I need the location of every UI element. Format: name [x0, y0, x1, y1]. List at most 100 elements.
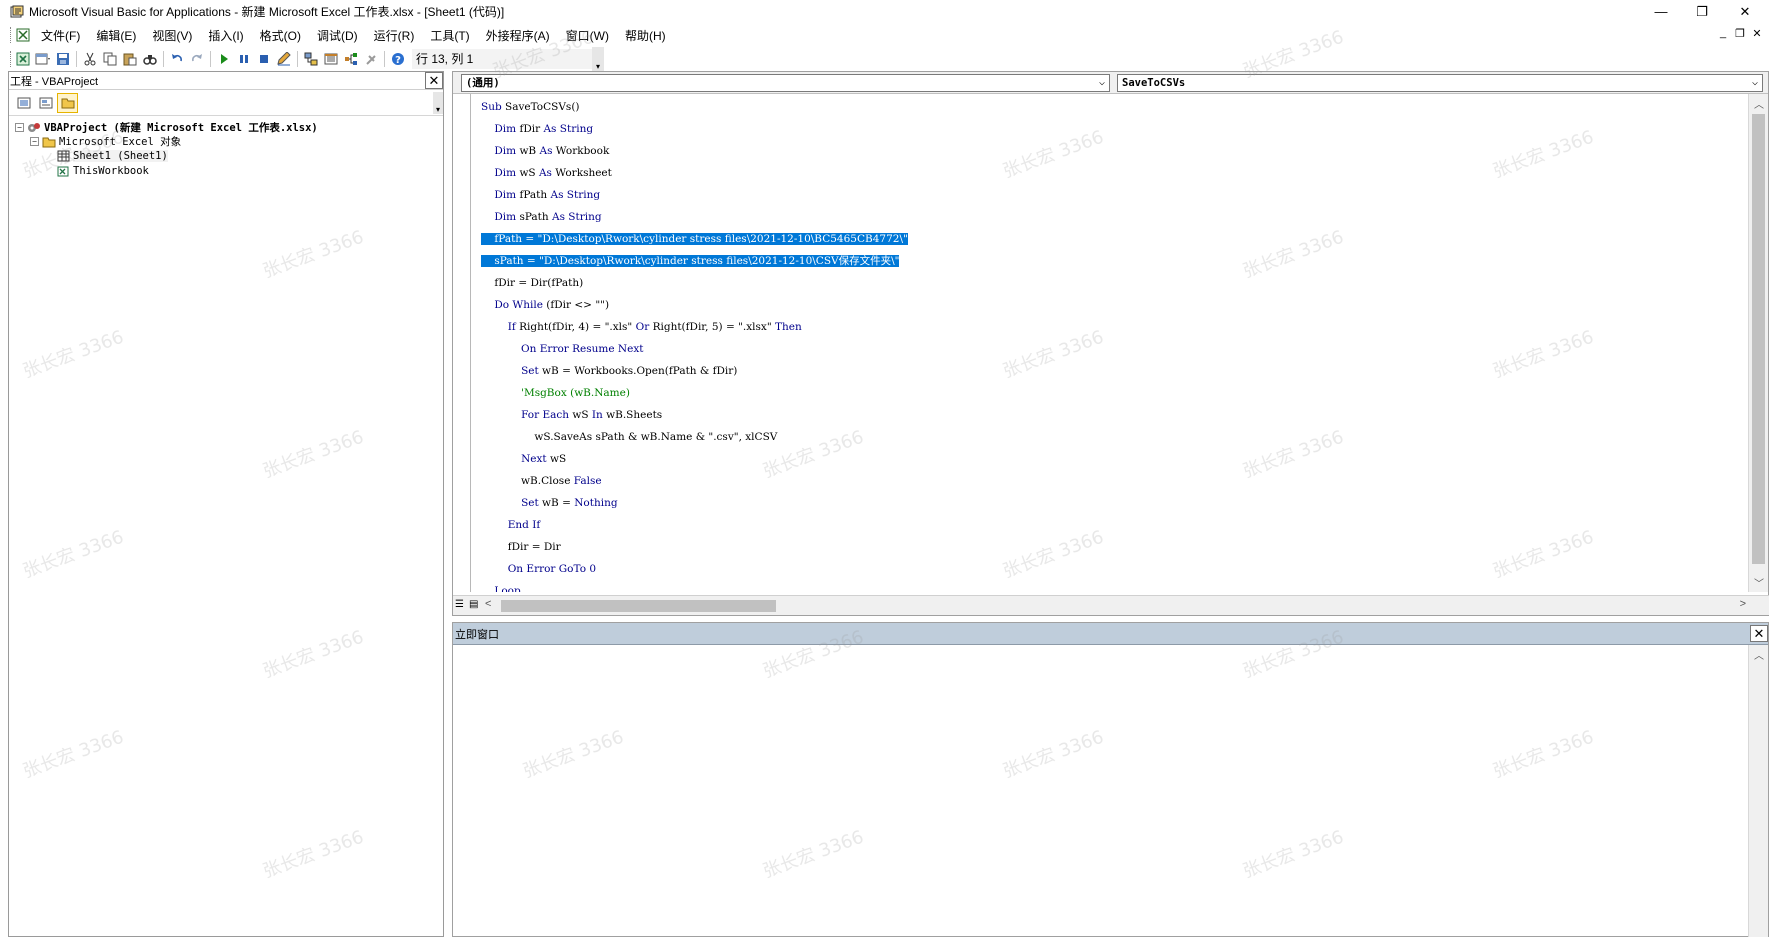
chevron-down-icon[interactable]: ⌵	[1095, 77, 1109, 88]
toolbar-options-icon[interactable]: ▾	[592, 47, 604, 71]
code-editor[interactable]: Sub SaveToCSVs() Dim fDir As String Dim …	[453, 94, 1749, 592]
run-icon[interactable]	[214, 49, 234, 69]
vertical-scroll-thumb[interactable]	[1752, 114, 1765, 564]
immediate-window-header: 立即窗口 ✕	[453, 623, 1768, 645]
menu-tools[interactable]: 工具(T)	[422, 27, 477, 44]
view-object-icon[interactable]	[35, 93, 56, 113]
toolbar-separator	[384, 51, 385, 67]
tree-item-excel-objects[interactable]: − Microsoft Excel 对象	[9, 135, 443, 150]
project-explorer-title: 工程 - VBAProject	[10, 75, 99, 88]
folder-icon	[42, 135, 56, 148]
project-toolbar-options-icon[interactable]: ▾	[433, 92, 443, 114]
cut-icon[interactable]	[80, 49, 100, 69]
code-line-selected: sPath = "D:\Desktop\Rwork\cylinder stres…	[481, 255, 900, 267]
undo-icon[interactable]	[167, 49, 187, 69]
view-excel-icon[interactable]	[13, 49, 33, 69]
code-line: End If	[481, 519, 541, 531]
code-combos: (通用) ⌵ SaveToCSVs ⌵	[453, 72, 1768, 94]
menu-insert[interactable]: 插入(I)	[200, 27, 251, 44]
project-explorer-toolbar: ▾	[9, 90, 443, 116]
mdi-close-button[interactable]: ✕	[1748, 27, 1766, 40]
horizontal-scroll-thumb[interactable]	[501, 600, 776, 612]
chevron-down-icon[interactable]: ⌵	[1748, 77, 1762, 88]
menu-addins[interactable]: 外接程序(A)	[478, 27, 558, 44]
menu-help[interactable]: 帮助(H)	[617, 27, 674, 44]
code-line: Do While (fDir <> "")	[494, 299, 610, 311]
project-explorer-panel: 工程 - VBAProject ✕ ▾ − VBAProject (新建 Mic…	[8, 71, 444, 937]
copy-icon[interactable]	[100, 49, 120, 69]
design-mode-icon[interactable]	[274, 49, 294, 69]
menu-run[interactable]: 运行(R)	[366, 27, 423, 44]
code-line: Sub SaveToCSVs()	[481, 101, 580, 113]
code-line: If Right(fDir, 4) = ".xls" Or Right(fDir…	[507, 321, 802, 333]
code-vertical-scrollbar[interactable]: ︿ ﹀	[1748, 94, 1768, 592]
project-explorer-close-button[interactable]: ✕	[425, 72, 443, 89]
toolbox-icon[interactable]	[361, 49, 381, 69]
immediate-window-title: 立即窗口	[455, 628, 499, 641]
mdi-restore-button[interactable]: ❐	[1731, 27, 1749, 40]
code-line: Set wB = Nothing	[521, 497, 618, 509]
restore-button[interactable]: ❐	[1682, 0, 1722, 23]
vbaproject-icon	[27, 121, 41, 134]
tree-item-sheet1[interactable]: Sheet1 (Sheet1)	[9, 149, 443, 164]
view-code-icon[interactable]	[13, 93, 34, 113]
tree-item-vbaproject[interactable]: − VBAProject (新建 Microsoft Excel 工作表.xls…	[9, 120, 443, 135]
object-combo[interactable]: (通用) ⌵	[461, 73, 1110, 92]
code-line: On Error GoTo 0	[481, 563, 597, 575]
toggle-folders-icon[interactable]	[57, 92, 78, 113]
scroll-left-icon[interactable]: <	[485, 598, 491, 610]
immediate-window-close-button[interactable]: ✕	[1750, 625, 1768, 642]
collapse-toggle-icon[interactable]: −	[15, 122, 24, 132]
project-explorer-icon[interactable]	[301, 49, 321, 69]
tree-label: ThisWorkbook	[73, 164, 149, 177]
code-line: Dim sPath As String	[494, 211, 602, 223]
procedure-view-icon[interactable]: ☰	[455, 599, 464, 610]
collapse-toggle-icon[interactable]: −	[30, 137, 39, 147]
full-module-view-icon[interactable]: ▤	[469, 599, 478, 610]
minimize-button[interactable]: —	[1641, 0, 1681, 23]
project-explorer-header: 工程 - VBAProject ✕	[9, 72, 443, 90]
redo-icon[interactable]	[187, 49, 207, 69]
procedure-combo-value: SaveToCSVs	[1122, 76, 1186, 89]
immediate-input-area[interactable]	[453, 645, 1748, 936]
break-icon[interactable]	[234, 49, 254, 69]
properties-icon[interactable]	[321, 49, 341, 69]
code-lines[interactable]: Sub SaveToCSVs() Dim fDir As String Dim …	[481, 96, 908, 592]
reset-icon[interactable]	[254, 49, 274, 69]
code-line: wB.Close False	[481, 475, 602, 487]
menu-window[interactable]: 窗口(W)	[558, 27, 617, 44]
help-icon[interactable]: ?	[388, 49, 408, 69]
code-line: On Error Resume Next	[481, 343, 644, 355]
breakpoint-margin[interactable]	[453, 94, 471, 592]
object-browser-icon[interactable]	[341, 49, 361, 69]
code-line-comment: 'MsgBox (wB.Name)	[481, 387, 630, 399]
code-horizontal-scrollbar[interactable]: ☰ ▤ < >	[453, 595, 1769, 615]
toolbar-separator	[297, 51, 298, 67]
mdi-minimize-button[interactable]: _	[1714, 27, 1732, 39]
immediate-vertical-scrollbar[interactable]: ︿	[1748, 645, 1768, 937]
menu-format[interactable]: 格式(O)	[252, 27, 309, 44]
find-icon[interactable]	[140, 49, 160, 69]
code-line: Dim fPath As String	[494, 189, 601, 201]
tree-label: VBAProject (新建 Microsoft Excel 工作表.xlsx)	[44, 121, 318, 134]
tree-item-thisworkbook[interactable]: ThisWorkbook	[9, 164, 443, 179]
paste-icon[interactable]	[120, 49, 140, 69]
worksheet-icon	[56, 150, 70, 163]
menu-file[interactable]: 文件(F)	[33, 27, 88, 44]
insert-userform-icon[interactable]	[33, 49, 53, 69]
menu-view[interactable]: 视图(V)	[144, 27, 200, 44]
scroll-down-icon[interactable]: ﹀	[1749, 575, 1769, 590]
tree-label: Microsoft Excel 对象	[59, 136, 182, 149]
view-excel-menu-icon[interactable]	[13, 25, 33, 45]
scroll-up-icon[interactable]: ︿	[1749, 647, 1769, 662]
code-line-selected: fPath = "D:\Desktop\Rwork\cylinder stres…	[481, 233, 908, 245]
code-line: Dim wS As Worksheet	[494, 167, 612, 179]
scroll-right-icon[interactable]: >	[1740, 598, 1746, 610]
procedure-combo[interactable]: SaveToCSVs ⌵	[1117, 73, 1763, 92]
menu-edit[interactable]: 编辑(E)	[88, 27, 144, 44]
save-icon[interactable]	[53, 49, 73, 69]
immediate-window: 立即窗口 ✕ ︿	[452, 622, 1769, 937]
menu-debug[interactable]: 调试(D)	[309, 27, 366, 44]
close-button[interactable]: ✕	[1725, 0, 1765, 23]
scroll-up-icon[interactable]: ︿	[1749, 96, 1769, 111]
